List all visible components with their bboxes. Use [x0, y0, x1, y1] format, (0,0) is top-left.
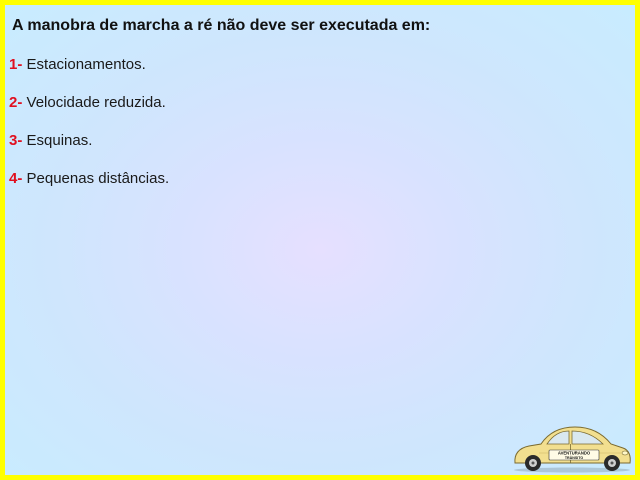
slide-frame: A manobra de marcha a ré não deve ser ex… [0, 0, 640, 480]
option-text: Estacionamentos. [26, 56, 146, 73]
logo-door-text-1: AVENTURANDO [558, 451, 591, 456]
option-text: Esquinas. [26, 132, 93, 149]
logo-door-text-2: TRÂNSITO [565, 455, 584, 460]
car-icon: AVENTURANDO TRÂNSITO [514, 426, 631, 473]
option-2: 2- Velocidade reduzida. [9, 93, 169, 131]
option-4: 4- Pequenas distâncias. [9, 169, 169, 207]
option-3: 3- Esquinas. [9, 131, 169, 169]
options-list: 1- Estacionamentos. 2- Velocidade reduzi… [9, 55, 169, 207]
option-number: 4- [9, 170, 23, 187]
option-text: Velocidade reduzida. [26, 94, 166, 111]
option-number: 1- [9, 56, 23, 73]
question-title: A manobra de marcha a ré não deve ser ex… [12, 17, 431, 34]
option-number: 2- [9, 94, 23, 111]
option-1: 1- Estacionamentos. [9, 55, 169, 93]
option-text: Pequenas distâncias. [26, 170, 170, 187]
option-number: 3- [9, 132, 23, 149]
